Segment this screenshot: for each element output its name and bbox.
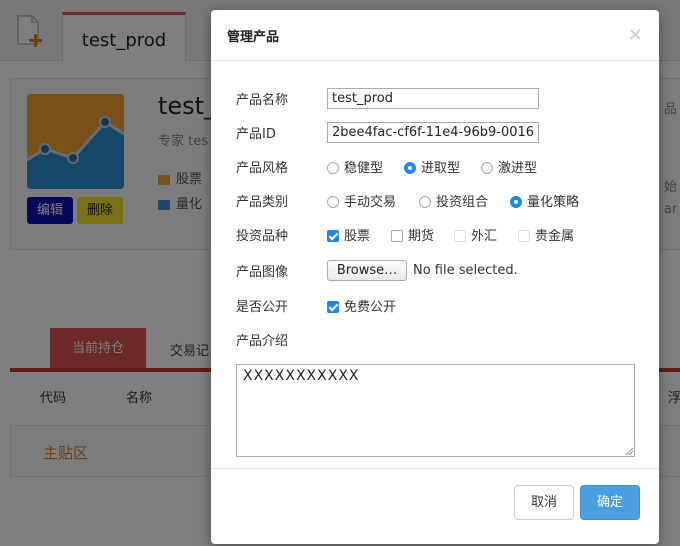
dialog-title: 管理产品 — [227, 30, 280, 45]
variety-option-metals[interactable]: 贵金属 — [518, 225, 574, 244]
variety-option-label: 股票 — [344, 229, 371, 244]
variety-option-futures[interactable]: 期货 — [391, 225, 434, 244]
variety-option-stock[interactable]: 股票 — [327, 225, 370, 244]
public-label: 是否公开 — [236, 300, 289, 315]
public-option-free[interactable]: 免费公开 — [327, 296, 396, 315]
variety-option-label: 外汇 — [471, 229, 498, 244]
resize-grip-icon[interactable] — [625, 447, 633, 455]
variety-option-label: 贵金属 — [535, 229, 575, 244]
browse-button[interactable]: Browse… — [327, 260, 407, 281]
checkbox-checked-icon[interactable] — [327, 301, 339, 313]
variety-option-label: 期货 — [408, 229, 435, 244]
checkbox-icon[interactable] — [454, 230, 466, 242]
radio-selected-icon[interactable] — [404, 162, 416, 174]
product-intro-textarea[interactable]: XXXXXXXXXXX — [236, 364, 635, 457]
product-name-input[interactable] — [327, 88, 539, 109]
category-option-portfolio[interactable]: 投资组合 — [419, 191, 488, 210]
name-label: 产品名称 — [236, 93, 289, 108]
image-label: 产品图像 — [236, 265, 289, 280]
id-label: 产品ID — [236, 127, 276, 142]
category-option-label: 手动交易 — [344, 195, 397, 210]
product-id-input[interactable] — [327, 122, 539, 143]
intro-label: 产品介绍 — [236, 334, 289, 349]
style-option-label: 进取型 — [421, 161, 461, 176]
category-option-quant[interactable]: 量化策略 — [510, 191, 579, 210]
varieties-label: 投资品种 — [236, 229, 289, 244]
style-label: 产品风格 — [236, 161, 289, 176]
confirm-button[interactable]: 确定 — [580, 485, 640, 520]
radio-icon[interactable] — [327, 196, 339, 208]
file-status-text: No file selected. — [413, 263, 518, 278]
style-option-steady[interactable]: 稳健型 — [327, 157, 383, 176]
category-option-label: 量化策略 — [527, 195, 580, 210]
manage-product-dialog: 管理产品 × 产品名称 产品ID 产品风格 稳健型 进取型 激进型 产品类别 手… — [211, 10, 659, 544]
radio-icon[interactable] — [419, 196, 431, 208]
checkbox-icon[interactable] — [391, 230, 403, 242]
dialog-header: 管理产品 × — [211, 10, 659, 61]
style-option-aggressive[interactable]: 进取型 — [404, 157, 460, 176]
public-option-label: 免费公开 — [344, 300, 397, 315]
category-label: 产品类别 — [236, 195, 289, 210]
checkbox-icon[interactable] — [518, 230, 530, 242]
checkbox-checked-icon[interactable] — [327, 230, 339, 242]
cancel-button[interactable]: 取消 — [514, 485, 574, 520]
variety-option-forex[interactable]: 外汇 — [454, 225, 497, 244]
style-option-label: 稳健型 — [344, 161, 384, 176]
radio-selected-icon[interactable] — [510, 196, 522, 208]
category-option-label: 投资组合 — [436, 195, 489, 210]
style-option-radical[interactable]: 激进型 — [481, 157, 537, 176]
category-option-manual[interactable]: 手动交易 — [327, 191, 396, 210]
radio-icon[interactable] — [327, 162, 339, 174]
style-option-label: 激进型 — [498, 161, 538, 176]
close-icon[interactable]: × — [628, 26, 643, 44]
radio-icon[interactable] — [481, 162, 493, 174]
